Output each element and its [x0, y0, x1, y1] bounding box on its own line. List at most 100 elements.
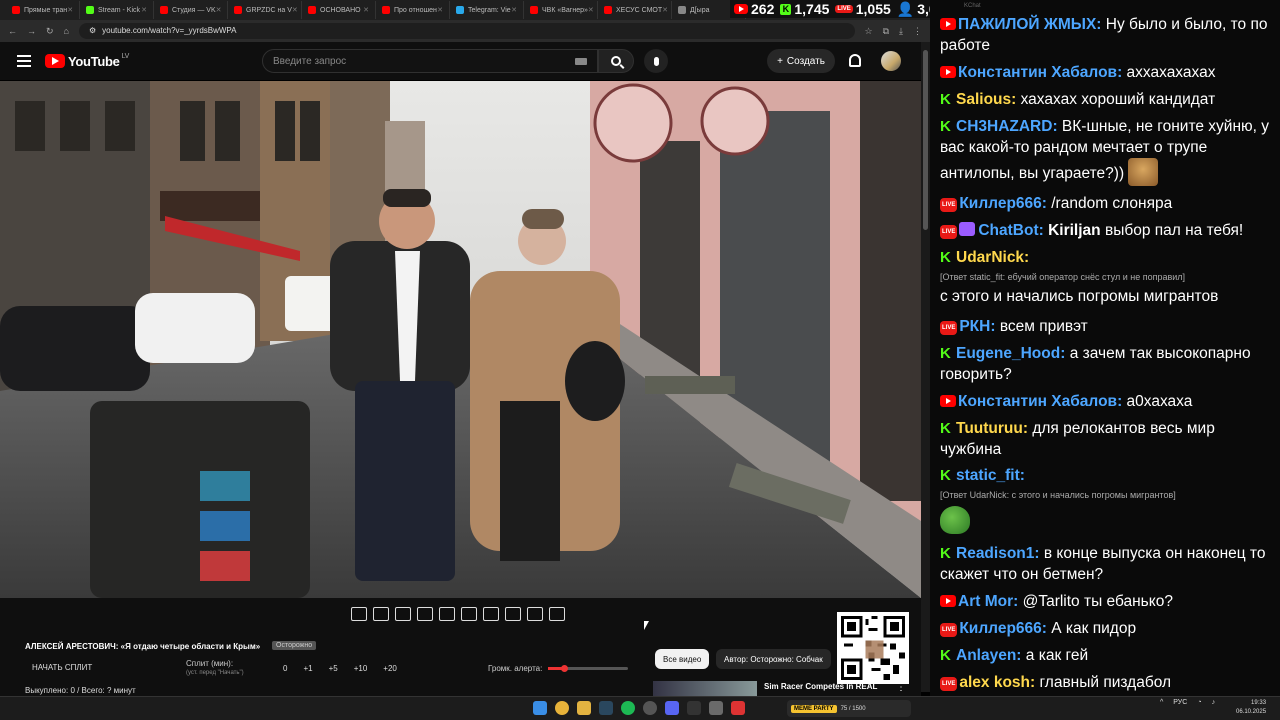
create-button[interactable]: + Создать: [767, 49, 835, 73]
home-icon[interactable]: ⌂: [64, 26, 69, 36]
notifications-bell-icon[interactable]: [849, 54, 861, 67]
search-button[interactable]: [598, 49, 634, 73]
chat-username[interactable]: Readison1:: [956, 545, 1040, 562]
browser-tab[interactable]: ХЕСУС СМОТ ✕: [598, 1, 672, 19]
page-scrollbar[interactable]: [921, 42, 930, 692]
channel-tag[interactable]: Осторожно: [272, 641, 317, 650]
split-add-5-button[interactable]: +5: [329, 664, 338, 673]
chevron-up-icon[interactable]: ^: [1160, 699, 1163, 706]
more-options-icon[interactable]: ⋮: [896, 682, 906, 693]
chip-author[interactable]: Автор: Осторожно: Собчак: [716, 649, 831, 669]
video-player[interactable]: [0, 81, 921, 598]
site-info-icon[interactable]: ⚙: [89, 23, 96, 39]
chat-username[interactable]: Anlayen:: [956, 647, 1021, 664]
close-tab-icon[interactable]: ✕: [511, 6, 517, 14]
close-tab-icon[interactable]: ✕: [588, 6, 594, 14]
chat-username[interactable]: Salious:: [956, 91, 1016, 108]
chat-username[interactable]: alex kosh:: [959, 674, 1035, 691]
file-explorer-icon[interactable]: [577, 701, 591, 715]
start-split-button[interactable]: НАЧАТЬ СПЛИТ: [32, 663, 92, 672]
chip-all-videos[interactable]: Все видео: [655, 649, 710, 669]
spotify-icon[interactable]: [621, 701, 635, 715]
media-player-icon[interactable]: [687, 701, 701, 715]
add-icon[interactable]: [505, 607, 521, 621]
bookmark-star-icon[interactable]: ☆: [865, 26, 873, 37]
chat-username[interactable]: Eugene_Hood:: [956, 345, 1065, 362]
chat-username[interactable]: Киллер666:: [959, 195, 1047, 212]
picture-in-picture-icon[interactable]: [439, 607, 455, 621]
vk-live-icon: LIVE: [940, 677, 958, 691]
download-icon[interactable]: ⤓: [899, 26, 903, 37]
close-tab-icon[interactable]: ✕: [216, 6, 222, 14]
slider-knob[interactable]: [561, 665, 568, 672]
address-bar[interactable]: ⚙ youtube.com/watch?v=_yyrdsBwWPA: [78, 23, 855, 39]
split-add-20-button[interactable]: +20: [383, 664, 397, 673]
meme-party-tag: MEME PARTY: [791, 704, 837, 713]
close-tab-icon[interactable]: ✕: [363, 6, 369, 14]
chat-text: всем привэт: [999, 318, 1088, 335]
chat-username[interactable]: Tuuturuu:: [956, 420, 1028, 437]
settings-gear-icon[interactable]: [549, 607, 565, 621]
browser-tab[interactable]: Студия — VK ✕: [154, 1, 228, 19]
chat-username[interactable]: РКН:: [959, 318, 995, 335]
tab-favicon-icon: [456, 6, 464, 14]
split-add-10-button[interactable]: +10: [354, 664, 368, 673]
mini-player-icon[interactable]: [461, 607, 477, 621]
chrome-icon[interactable]: [555, 701, 569, 715]
split-add-1-button[interactable]: +1: [303, 664, 312, 673]
extensions-icon[interactable]: ⧉: [883, 26, 889, 37]
steam-icon[interactable]: [599, 701, 613, 715]
reload-icon[interactable]: ↻: [46, 26, 54, 37]
chat-username[interactable]: static_fit:: [956, 467, 1025, 484]
youtube-logo[interactable]: YouTube LV: [45, 53, 129, 69]
obs-icon[interactable]: [643, 701, 657, 715]
back-icon[interactable]: ←: [8, 26, 17, 36]
browser-tab[interactable]: ЧВК «Вагнер» ✕: [524, 1, 598, 19]
chat-username[interactable]: Константин Хабалов:: [958, 64, 1122, 81]
voice-search-button[interactable]: [644, 49, 668, 73]
mouse-cursor-icon: [644, 621, 649, 630]
speed-icon[interactable]: [483, 607, 499, 621]
chat-username[interactable]: UdarNick:: [956, 249, 1029, 266]
menu-icon[interactable]: [17, 55, 31, 67]
recommended-title[interactable]: Sim Racer Competes In REAL: [764, 682, 877, 691]
close-tab-icon[interactable]: ✕: [437, 6, 443, 14]
forward-icon[interactable]: →: [27, 26, 36, 36]
windows-start-icon[interactable]: [533, 701, 547, 715]
youtube-studio-icon[interactable]: [731, 701, 745, 715]
chat-username[interactable]: ChatBot:: [978, 222, 1043, 239]
search-input[interactable]: Введите запрос: [262, 49, 598, 73]
close-tab-icon[interactable]: ✕: [292, 6, 298, 14]
discord-icon[interactable]: [665, 701, 679, 715]
clock[interactable]: 19:33 06.10.2025: [1236, 699, 1266, 717]
app-icon[interactable]: [709, 701, 723, 715]
broadcast-icon[interactable]: [373, 607, 389, 621]
browser-tab[interactable]: Прямые тран ✕: [6, 1, 80, 19]
close-tab-icon[interactable]: ✕: [141, 6, 147, 14]
browser-tab[interactable]: Stream - Kick ✕: [80, 1, 154, 19]
browser-tab[interactable]: ОСНОВАНО ✕: [302, 1, 376, 19]
browser-tab[interactable]: Про отношен ✕: [376, 1, 450, 19]
close-tab-icon[interactable]: ✕: [67, 6, 73, 14]
keyboard-icon[interactable]: [575, 57, 587, 65]
menu-kebab-icon[interactable]: ⋮: [913, 26, 922, 37]
loop-icon[interactable]: [351, 607, 367, 621]
chat-username[interactable]: ПАЖИЛОЙ ЖМЫХ:: [958, 16, 1101, 33]
chat-username[interactable]: Киллер666:: [959, 620, 1047, 637]
cinema-icon[interactable]: [395, 607, 411, 621]
chat-username[interactable]: Константин Хабалов:: [958, 393, 1122, 410]
avatar[interactable]: [881, 51, 901, 71]
wifi-icon[interactable]: ◔: [1197, 699, 1201, 706]
browser-tab[interactable]: Telegram: Vie ✕: [450, 1, 524, 19]
clapper-icon[interactable]: [417, 607, 433, 621]
chat-username[interactable]: Art Mor:: [958, 593, 1018, 610]
language-indicator[interactable]: РУС: [1173, 699, 1187, 706]
screenshot-icon[interactable]: [527, 607, 543, 621]
close-tab-icon[interactable]: ✕: [662, 6, 668, 14]
alert-volume-slider[interactable]: [548, 665, 628, 672]
recommended-thumbnail[interactable]: [653, 681, 757, 696]
volume-icon[interactable]: ♪: [1212, 699, 1216, 706]
meme-party-widget[interactable]: MEME PARTY 75 / 1500: [787, 700, 911, 717]
browser-tab[interactable]: GRPZDC на V ✕: [228, 1, 302, 19]
chat-username[interactable]: CH3HAZARD:: [956, 118, 1058, 135]
